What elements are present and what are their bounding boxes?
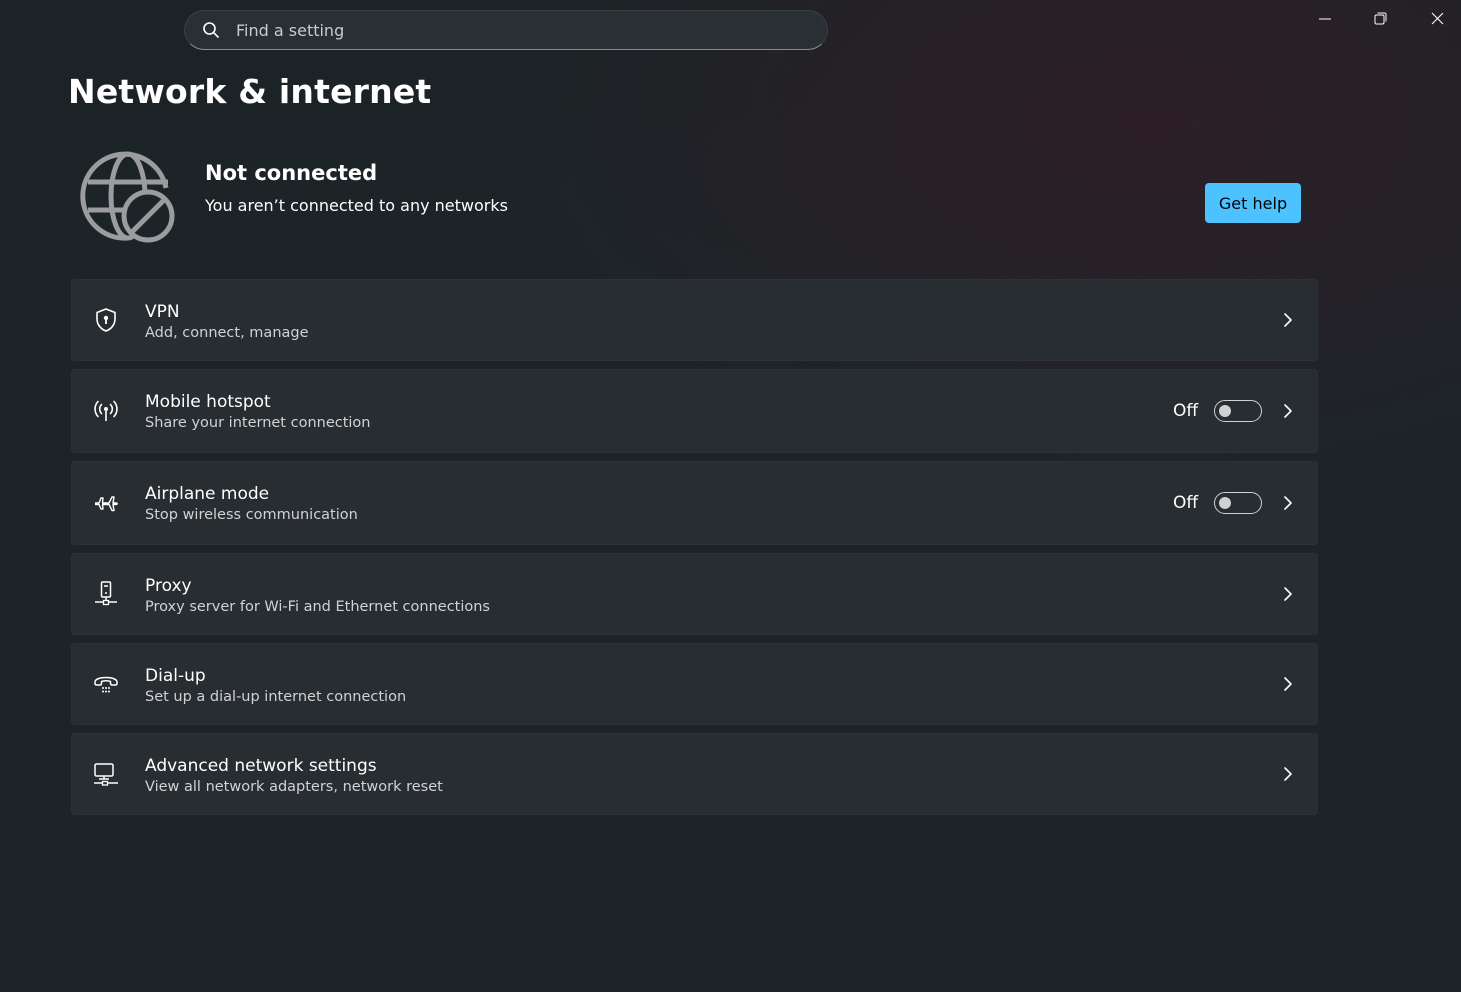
mobile-hotspot-state: Off	[1173, 401, 1199, 421]
airplane-mode-title: Airplane mode	[145, 484, 270, 504]
airplane-icon	[92, 489, 120, 517]
advanced-network-settings-card[interactable]: Advanced network settings View all netwo…	[71, 733, 1318, 815]
dial-up-card[interactable]: Dial-up Set up a dial-up internet connec…	[71, 643, 1318, 725]
connection-status-title: Not connected	[205, 161, 378, 185]
airplane-mode-subtitle: Stop wireless communication	[145, 507, 358, 523]
network-adapter-icon	[92, 760, 120, 788]
airplane-mode-state: Off	[1173, 493, 1199, 513]
dial-up-icon	[92, 670, 120, 698]
search-box[interactable]	[184, 10, 828, 50]
settings-list: VPN Add, connect, manage Mobile hotspot …	[71, 279, 1318, 823]
connection-status-subtitle: You aren’t connected to any networks	[205, 196, 508, 215]
chevron-right-icon	[1281, 403, 1295, 419]
chevron-right-icon	[1281, 676, 1295, 692]
advanced-network-settings-subtitle: View all network adapters, network reset	[145, 779, 443, 795]
hotspot-icon	[92, 397, 120, 425]
chevron-right-icon	[1281, 586, 1295, 602]
globe-blocked-icon	[80, 148, 176, 244]
restore-icon	[1374, 10, 1387, 29]
get-help-button[interactable]: Get help	[1205, 183, 1301, 223]
dial-up-title: Dial-up	[145, 666, 206, 686]
vpn-shield-icon	[92, 306, 120, 334]
close-icon	[1431, 10, 1444, 29]
search-input[interactable]	[234, 19, 798, 41]
vpn-title: VPN	[145, 302, 180, 322]
mobile-hotspot-toggle[interactable]	[1214, 400, 1262, 422]
page-title: Network & internet	[68, 72, 432, 111]
proxy-title: Proxy	[145, 576, 192, 596]
close-button[interactable]	[1409, 0, 1461, 38]
proxy-card[interactable]: Proxy Proxy server for Wi-Fi and Etherne…	[71, 553, 1318, 635]
search-icon	[202, 21, 220, 39]
airplane-mode-toggle[interactable]	[1214, 492, 1262, 514]
mobile-hotspot-card[interactable]: Mobile hotspot Share your internet conne…	[71, 369, 1318, 453]
vpn-card[interactable]: VPN Add, connect, manage	[71, 279, 1318, 361]
toggle-knob	[1219, 405, 1231, 417]
minimize-button[interactable]	[1296, 0, 1353, 38]
vpn-subtitle: Add, connect, manage	[145, 325, 309, 341]
mobile-hotspot-title: Mobile hotspot	[145, 392, 271, 412]
toggle-knob	[1219, 497, 1231, 509]
airplane-mode-card[interactable]: Airplane mode Stop wireless communicatio…	[71, 461, 1318, 545]
mobile-hotspot-subtitle: Share your internet connection	[145, 415, 371, 431]
proxy-subtitle: Proxy server for Wi-Fi and Ethernet conn…	[145, 599, 490, 615]
chevron-right-icon	[1281, 766, 1295, 782]
dial-up-subtitle: Set up a dial-up internet connection	[145, 689, 407, 705]
minimize-icon	[1318, 10, 1331, 29]
chevron-right-icon	[1281, 495, 1295, 511]
restore-button[interactable]	[1352, 0, 1409, 38]
proxy-icon	[92, 580, 120, 608]
chevron-right-icon	[1281, 312, 1295, 328]
advanced-network-settings-title: Advanced network settings	[145, 756, 377, 776]
